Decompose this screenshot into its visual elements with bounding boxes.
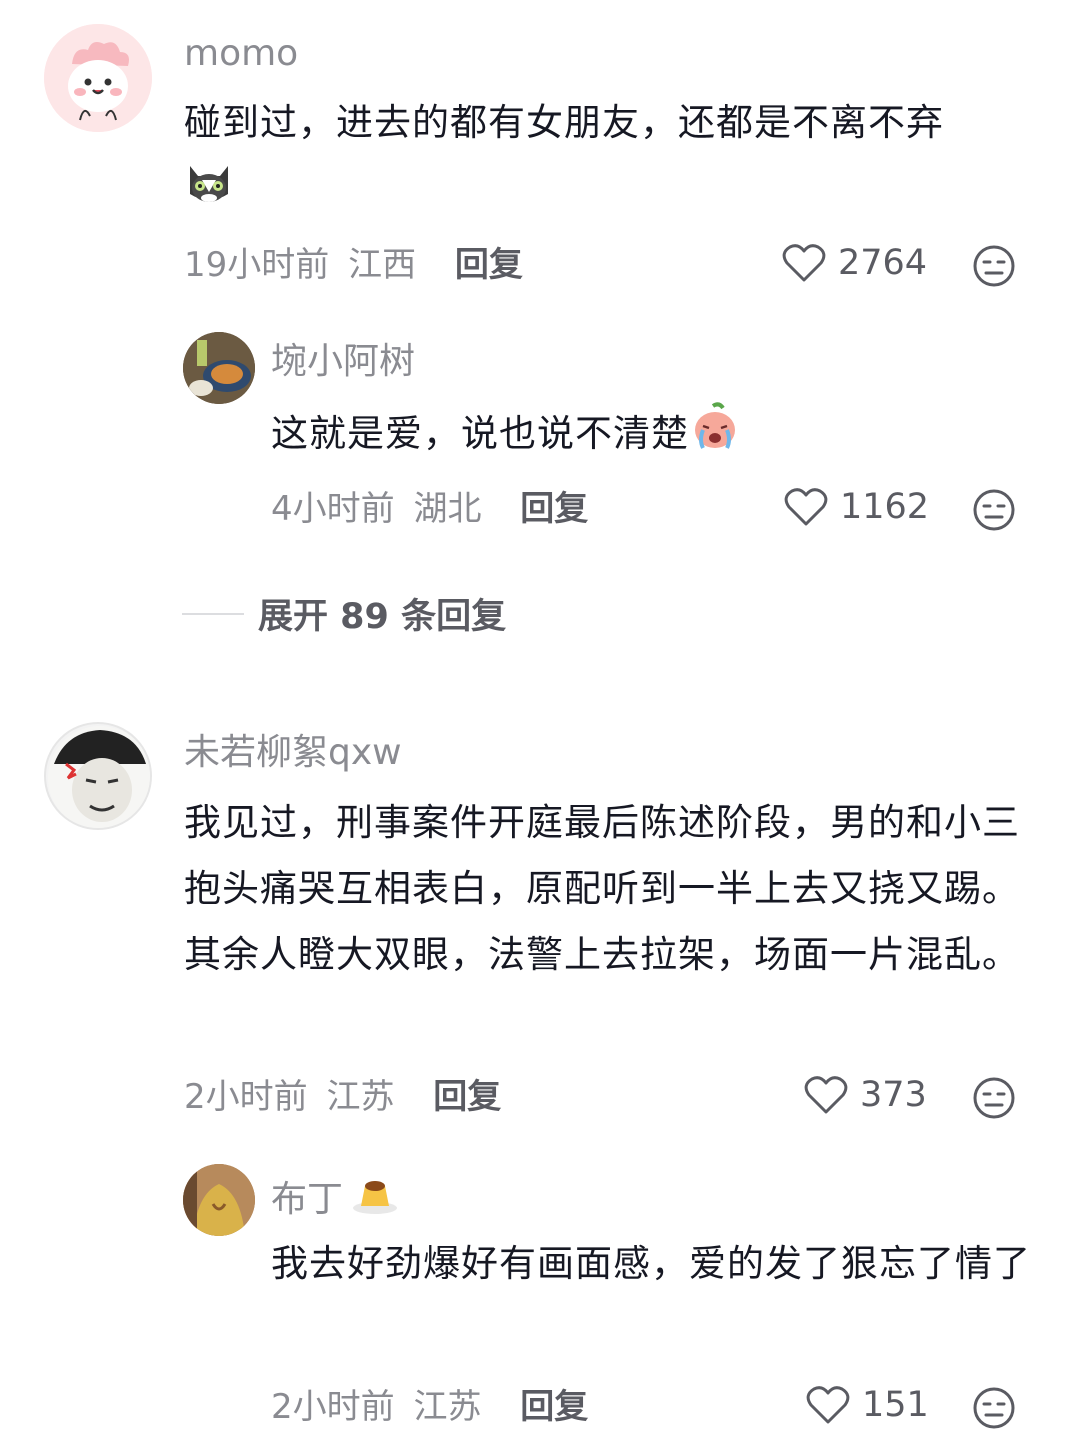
pink-dino-avatar[interactable] (44, 24, 152, 132)
like-button[interactable]: 151 (806, 1385, 929, 1425)
reply-button[interactable]: 回复 (433, 1077, 501, 1117)
like-count: 151 (862, 1385, 929, 1425)
reply-time: 2小时前 (271, 1387, 395, 1427)
heart-icon (784, 488, 828, 526)
cat-emoji (184, 156, 234, 227)
comment-location: 江苏 (326, 1077, 395, 1117)
heart-icon (782, 244, 826, 282)
reply-meta: 4小时前 湖北 回复 (271, 487, 588, 531)
heart-icon (806, 1386, 850, 1424)
reply-time: 4小时前 (271, 489, 395, 529)
pudding-emoji (351, 1172, 399, 1227)
heart-icon (804, 1076, 848, 1114)
like-count: 1162 (840, 487, 930, 527)
comment-time: 19小时前 (184, 245, 330, 285)
like-button[interactable]: 2764 (782, 243, 927, 283)
comment-text: 我见过，刑事案件开庭最后陈述阶段，男的和小三抱头痛哭互相表白，原配听到一半上去又… (184, 801, 1020, 976)
reply-author-name: 布丁 (271, 1172, 399, 1227)
reply-text: 我去好劲爆好有画面感，爱的发了狠忘了情了 (271, 1242, 1031, 1285)
expand-replies-label: 展开 89 条回复 (258, 597, 507, 637)
expand-replies-button[interactable]: 展开 89 条回复 (182, 588, 506, 639)
reply-author-name[interactable]: 埦小阿树 (271, 340, 415, 384)
reply-meta: 2小时前 江苏 回复 (271, 1385, 588, 1429)
reply-author-name-text[interactable]: 布丁 (271, 1178, 343, 1222)
reply-location: 江苏 (413, 1387, 482, 1427)
like-button[interactable]: 373 (804, 1075, 927, 1115)
comment-meta: 2小时前 江苏 回复 (184, 1075, 501, 1119)
food-photo-avatar[interactable] (183, 332, 255, 404)
divider-line (182, 612, 244, 615)
dislike-face-icon (973, 489, 1015, 531)
comment-location: 江西 (348, 245, 417, 285)
reply-text: 这就是爱，说也说不清楚 (271, 400, 1031, 471)
reply-button[interactable]: 回复 (455, 245, 523, 285)
like-count: 373 (860, 1075, 927, 1115)
comment-author-name[interactable]: 未若柳絮qxw (184, 731, 402, 775)
comment-time: 2小时前 (184, 1077, 308, 1117)
comment-text: 碰到过，进去的都有女朋友，还都是不离不弃 (184, 90, 1034, 227)
dislike-button[interactable] (972, 1076, 1016, 1124)
dislike-face-icon (973, 245, 1015, 287)
photo-avatar[interactable] (183, 1164, 255, 1236)
reply-button[interactable]: 回复 (520, 489, 588, 529)
comment-meta: 19小时前 江西 回复 (184, 243, 523, 287)
reply-location: 湖北 (413, 489, 482, 529)
like-button[interactable]: 1162 (784, 487, 929, 527)
crying-peach-emoji (689, 400, 739, 471)
comment-author-name[interactable]: momo (184, 32, 298, 76)
dislike-button[interactable] (972, 488, 1016, 536)
dislike-face-icon (973, 1387, 1015, 1429)
comment-text-content: 碰到过，进去的都有女朋友，还都是不离不弃 (184, 101, 944, 144)
dislike-button[interactable] (972, 244, 1016, 292)
like-count: 2764 (838, 243, 928, 283)
reply-text-content: 这就是爱，说也说不清楚 (271, 412, 689, 455)
dislike-face-icon (973, 1077, 1015, 1119)
reply-button[interactable]: 回复 (520, 1387, 588, 1427)
meme-face-avatar[interactable] (44, 722, 152, 830)
dislike-button[interactable] (972, 1386, 1016, 1434)
